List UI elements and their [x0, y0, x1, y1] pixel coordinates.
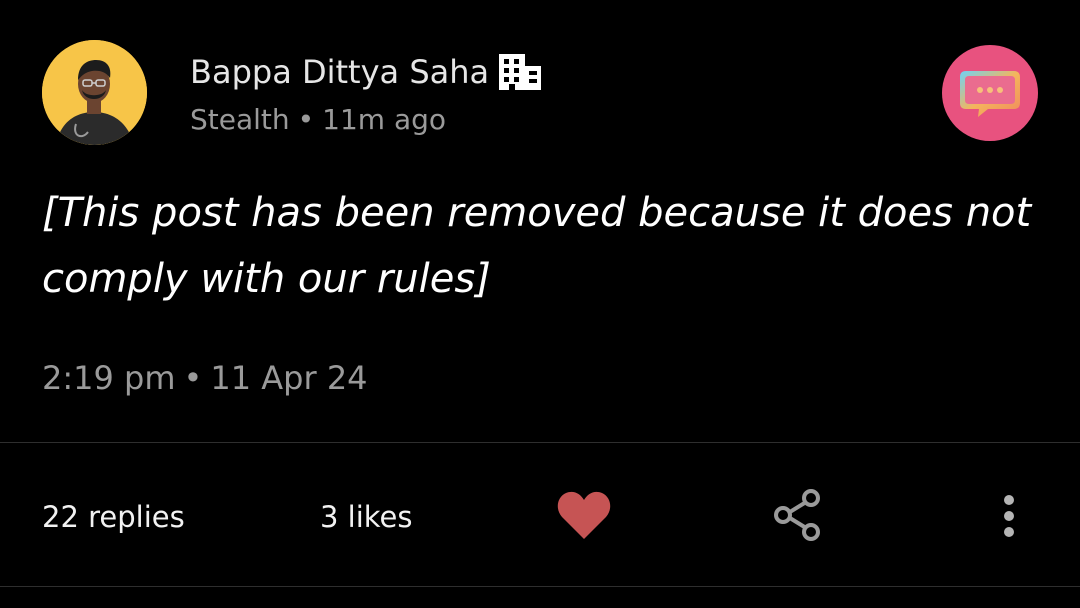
- meta-separator: •: [297, 103, 315, 136]
- post-detail-screen: Bappa Dittya Saha Stealth • 11m ago [Thi…: [0, 0, 1080, 608]
- company-name[interactable]: Stealth: [190, 103, 290, 136]
- likes-count-button[interactable]: 3 likes: [320, 497, 413, 537]
- share-icon[interactable]: [772, 488, 824, 542]
- timestamp-separator: •: [183, 359, 203, 397]
- building-icon: [497, 52, 543, 92]
- more-vertical-icon[interactable]: [994, 492, 1024, 540]
- divider: [0, 586, 1080, 587]
- avatar-image: [42, 40, 147, 145]
- author-avatar[interactable]: [42, 40, 147, 145]
- post-body: [This post has been removed because it d…: [42, 190, 1032, 302]
- post-time: 2:19 pm: [42, 359, 176, 397]
- post-date: 11 Apr 24: [210, 359, 368, 397]
- relative-time: 11m ago: [322, 103, 447, 136]
- post-meta: Stealth • 11m ago: [190, 102, 446, 138]
- heart-icon[interactable]: [556, 489, 612, 541]
- divider: [0, 442, 1080, 443]
- author-name[interactable]: Bappa Dittya Saha: [190, 52, 489, 92]
- chat-bubble-icon[interactable]: [942, 45, 1038, 141]
- post-timestamp: 2:19 pm • 11 Apr 24: [42, 356, 368, 400]
- replies-count-button[interactable]: 22 replies: [42, 497, 185, 537]
